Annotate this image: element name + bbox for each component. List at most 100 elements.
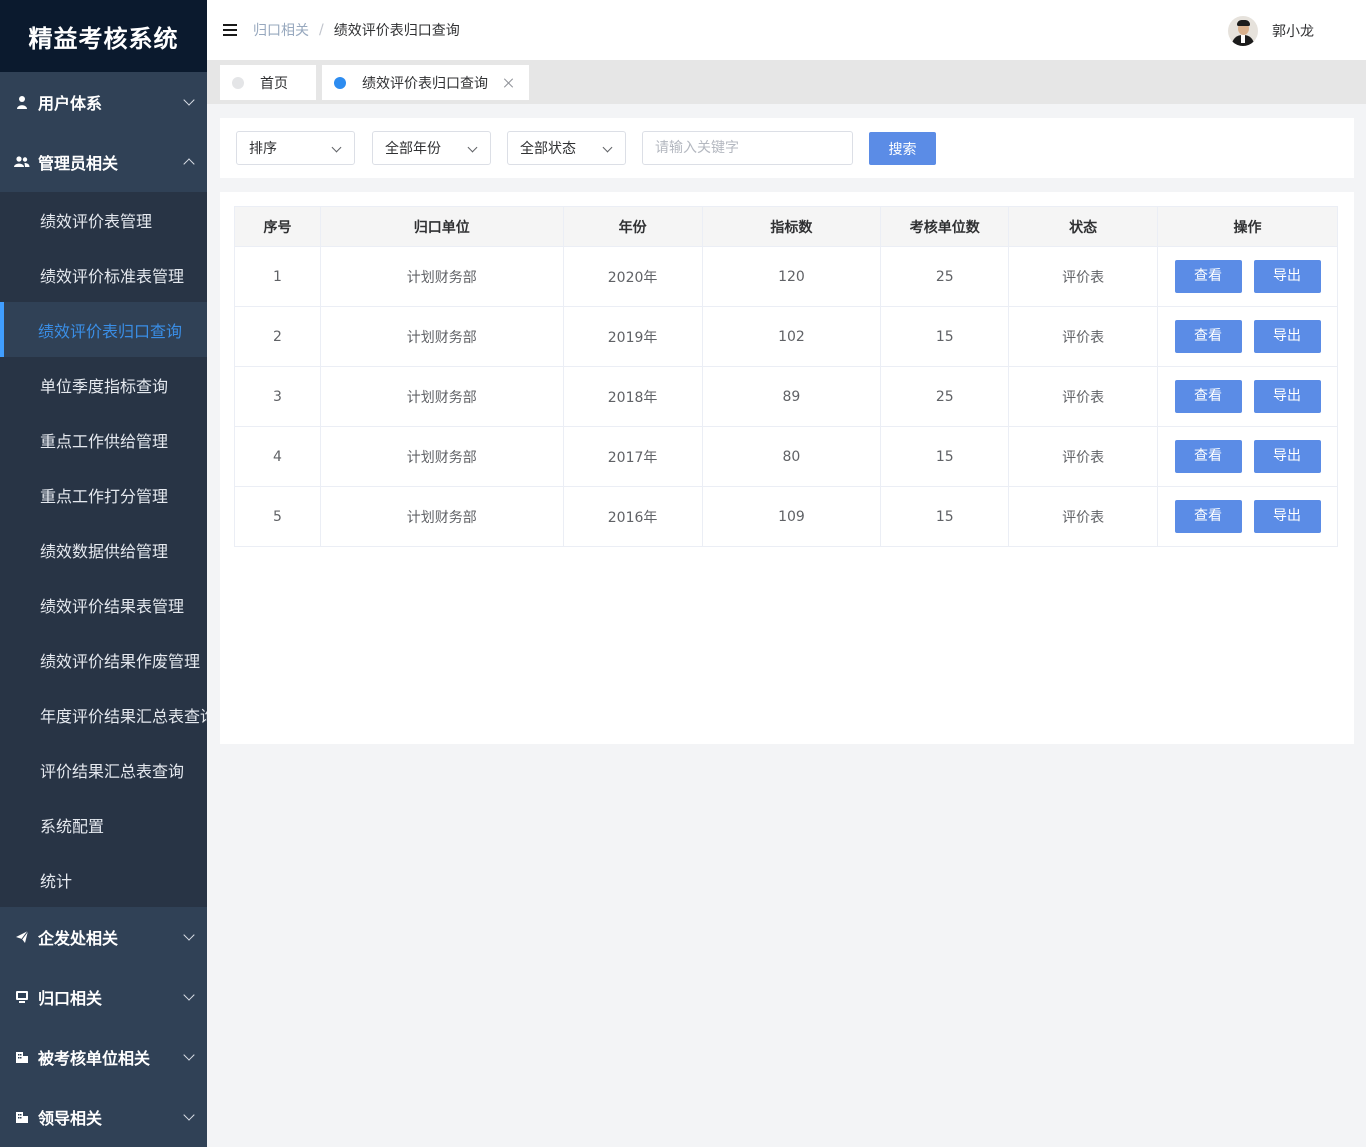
cell-status: 评价表: [1008, 366, 1159, 427]
menu-group-assessed-units[interactable]: 被考核单位相关: [0, 1027, 207, 1087]
chevron-down-icon: [183, 989, 195, 1001]
sidebar-item-evaluation-table-mgmt[interactable]: 绩效评价表管理: [0, 192, 207, 247]
cell-status: 评价表: [1008, 306, 1159, 367]
chevron-down-icon: [467, 142, 478, 153]
sidebar-item-key-work-supply-mgmt[interactable]: 重点工作供给管理: [0, 412, 207, 467]
column-header: 指标数: [701, 206, 882, 247]
export-button[interactable]: 导出: [1253, 380, 1321, 413]
sidebar-item-system-config[interactable]: 系统配置: [0, 797, 207, 852]
menu-group-leadership[interactable]: 领导相关: [0, 1087, 207, 1147]
sidebar-item-result-summary-query[interactable]: 评价结果汇总表查询: [0, 742, 207, 797]
avatar[interactable]: [1228, 16, 1258, 46]
cell-units: 15: [880, 426, 1010, 487]
sidebar-item-evaluation-result-mgmt[interactable]: 绩效评价结果表管理: [0, 577, 207, 632]
hamburger-menu-icon[interactable]: [223, 24, 237, 36]
cell-year: 2020年: [562, 246, 703, 307]
menu-group-admin[interactable]: 管理员相关: [0, 132, 207, 192]
tab-label: 绩效评价表归口查询: [362, 75, 488, 92]
chevron-down-icon: [183, 1109, 195, 1121]
status-select-value: 全部状态: [520, 141, 576, 157]
cell-year: 2016年: [562, 486, 703, 547]
cell-unit: 计划财务部: [319, 426, 564, 487]
cell-year: 2017年: [562, 426, 703, 487]
view-button[interactable]: 查看: [1174, 440, 1242, 473]
results-table: 序号 归口单位 年份 指标数 考核单位数 状态 操作 1 计划财务部 2020年…: [234, 206, 1338, 547]
cell-status: 评价表: [1008, 486, 1159, 547]
table-row: 1 计划财务部 2020年 120 25 评价表 查看 导出: [234, 246, 1338, 307]
cell-units: 15: [880, 486, 1010, 547]
user-menu[interactable]: 郭小龙: [1228, 16, 1314, 46]
status-select[interactable]: 全部状态: [507, 131, 626, 165]
chevron-down-icon: [183, 929, 195, 941]
cell-units: 25: [880, 366, 1010, 427]
menu-group-centralized[interactable]: 归口相关: [0, 967, 207, 1027]
tab-status-dot-icon: [334, 76, 346, 89]
sort-select-value: 排序: [249, 141, 277, 157]
view-button[interactable]: 查看: [1174, 380, 1242, 413]
cell-actions: 查看 导出: [1157, 426, 1338, 487]
sidebar-item-statistics[interactable]: 统计: [0, 852, 207, 907]
building-icon: [14, 1109, 30, 1125]
menu-group-label: 企发处相关: [38, 929, 119, 948]
menu-group-enterprise-dev[interactable]: 企发处相关: [0, 907, 207, 967]
user-icon: [14, 94, 30, 110]
sidebar: 精益考核系统 用户体系 管理员相关 绩效评价表管理 绩效评价标准表管理 绩效评价…: [0, 0, 207, 1147]
export-button[interactable]: 导出: [1253, 500, 1321, 533]
tab-home[interactable]: 首页: [220, 65, 316, 100]
year-select[interactable]: 全部年份: [372, 131, 491, 165]
sidebar-item-performance-data-supply-mgmt[interactable]: 绩效数据供给管理: [0, 522, 207, 577]
users-icon: [14, 154, 30, 170]
cell-actions: 查看 导出: [1157, 366, 1338, 427]
cell-unit: 计划财务部: [319, 306, 564, 367]
export-button[interactable]: 导出: [1253, 260, 1321, 293]
breadcrumb: 归口相关 / 绩效评价表归口查询: [253, 20, 460, 40]
sidebar-item-unit-quarter-indicator-query[interactable]: 单位季度指标查询: [0, 357, 207, 412]
tab-centralized-query[interactable]: 绩效评价表归口查询: [322, 65, 529, 100]
cell-units: 15: [880, 306, 1010, 367]
monitor-icon: [14, 989, 30, 1005]
cell-no: 4: [234, 426, 321, 487]
menu-group-label: 被考核单位相关: [38, 1049, 151, 1068]
export-button[interactable]: 导出: [1253, 440, 1321, 473]
column-header: 年份: [562, 206, 703, 247]
sort-select[interactable]: 排序: [236, 131, 355, 165]
username: 郭小龙: [1272, 24, 1314, 40]
breadcrumb-separator: /: [319, 22, 324, 38]
view-button[interactable]: 查看: [1174, 500, 1242, 533]
sidebar-item-evaluation-result-void-mgmt[interactable]: 绩效评价结果作废管理: [0, 632, 207, 687]
building-icon: [14, 1049, 30, 1065]
view-button[interactable]: 查看: [1174, 260, 1242, 293]
export-button[interactable]: 导出: [1253, 320, 1321, 353]
menu-group-label: 领导相关: [38, 1109, 103, 1128]
menu-group-user-system[interactable]: 用户体系: [0, 72, 207, 132]
tab-status-dot-icon: [232, 76, 244, 89]
chevron-down-icon: [331, 142, 342, 153]
keyword-search-input[interactable]: [642, 131, 853, 165]
column-header: 序号: [234, 206, 321, 247]
cell-no: 2: [234, 306, 321, 367]
column-header: 操作: [1157, 206, 1338, 247]
cell-status: 评价表: [1008, 246, 1159, 307]
tab-label: 首页: [260, 75, 288, 92]
app-logo-title: 精益考核系统: [0, 0, 207, 72]
year-select-value: 全部年份: [385, 141, 441, 157]
filter-bar: 排序 全部年份 全部状态 搜索: [220, 118, 1354, 178]
close-icon[interactable]: [502, 76, 516, 90]
chevron-down-icon: [183, 1049, 195, 1061]
view-button[interactable]: 查看: [1174, 320, 1242, 353]
table-row: 5 计划财务部 2016年 109 15 评价表 查看 导出: [234, 486, 1338, 547]
sidebar-item-annual-result-summary-query[interactable]: 年度评价结果汇总表查询: [0, 687, 207, 742]
cell-indicators: 89: [701, 366, 882, 427]
search-button[interactable]: 搜索: [869, 132, 936, 165]
cell-no: 5: [234, 486, 321, 547]
cell-no: 1: [234, 246, 321, 307]
table-row: 2 计划财务部 2019年 102 15 评价表 查看 导出: [234, 306, 1338, 367]
column-header: 考核单位数: [880, 206, 1010, 247]
breadcrumb-parent[interactable]: 归口相关: [253, 20, 309, 40]
menu-group-label: 归口相关: [38, 989, 103, 1008]
sidebar-item-key-work-scoring-mgmt[interactable]: 重点工作打分管理: [0, 467, 207, 522]
sidebar-item-evaluation-standard-mgmt[interactable]: 绩效评价标准表管理: [0, 247, 207, 302]
column-header: 归口单位: [319, 206, 564, 247]
sidebar-item-evaluation-centralized-query[interactable]: 绩效评价表归口查询: [0, 302, 207, 357]
column-header: 状态: [1008, 206, 1159, 247]
